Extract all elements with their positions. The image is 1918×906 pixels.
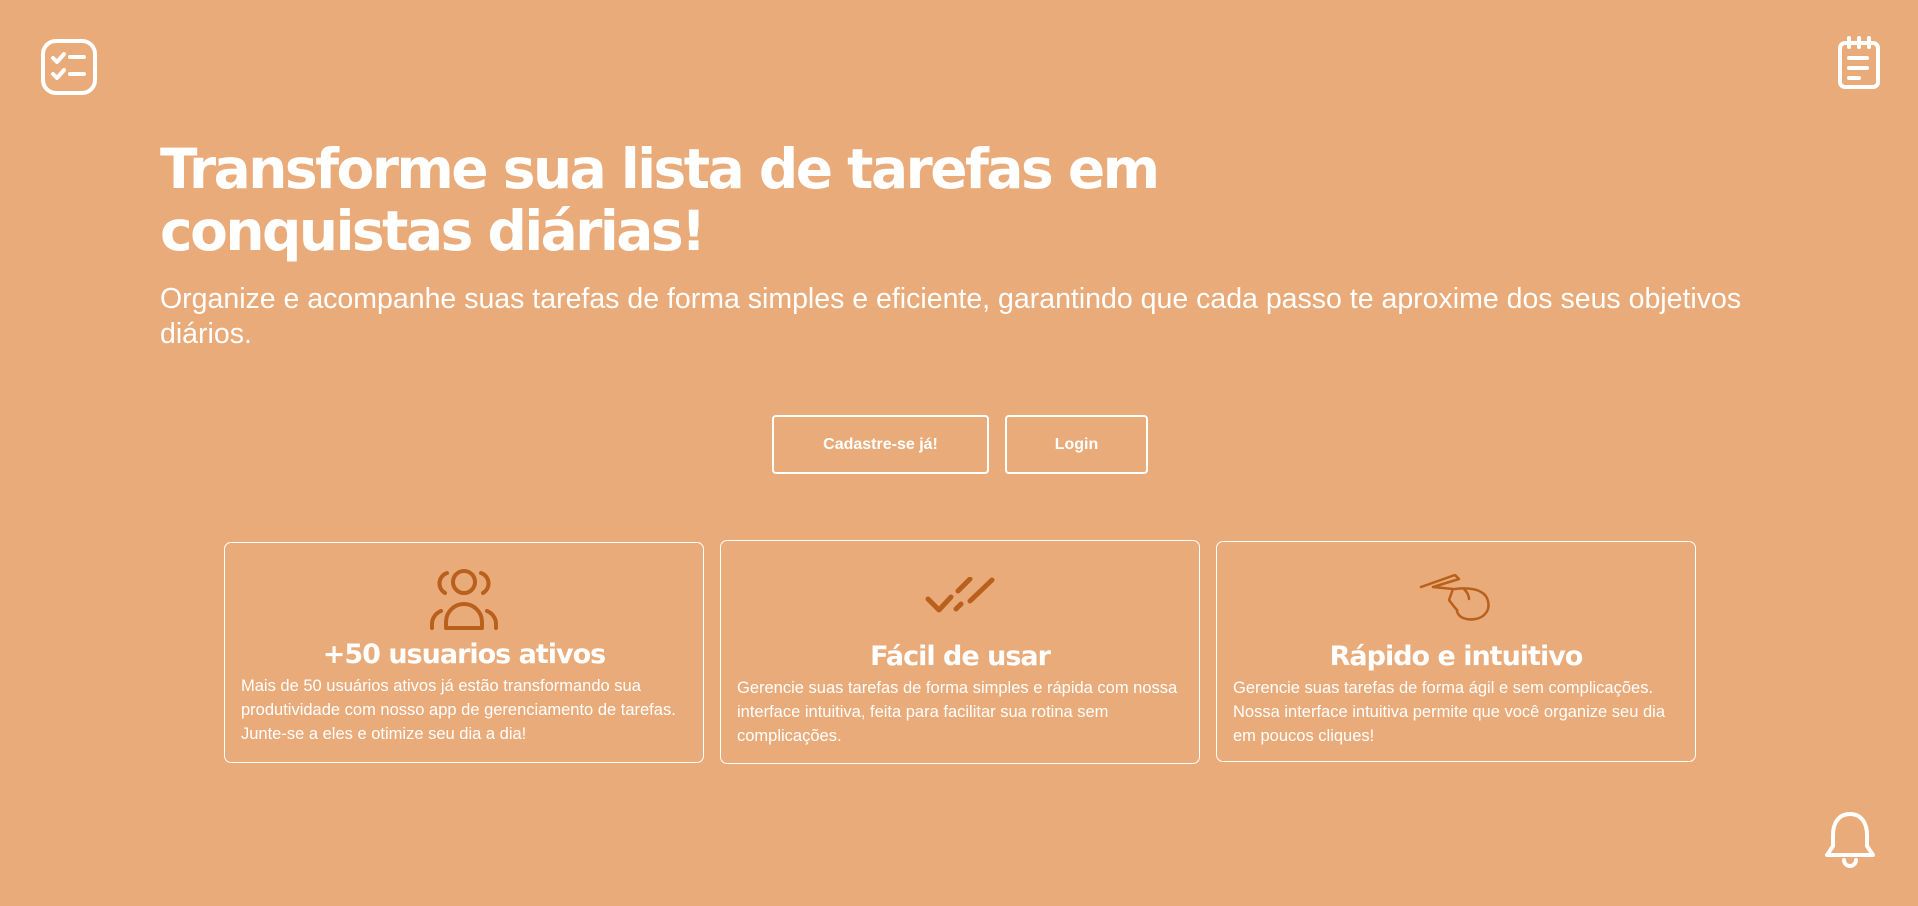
signup-button[interactable]: Cadastre-se já!	[772, 415, 989, 474]
feature-card-active-users: +50 usuarios ativos Mais de 50 usuários …	[224, 542, 704, 763]
users-icon	[428, 566, 500, 632]
hero-title: Transforme sua lista de tarefas em conqu…	[160, 137, 1160, 263]
feature-title: +50 usuarios ativos	[322, 639, 607, 670]
hero-subtitle: Organize e acompanhe suas tarefas de for…	[160, 283, 1742, 350]
feature-title: Fácil de usar	[870, 641, 1051, 672]
login-button[interactable]: Login	[1005, 415, 1148, 474]
feature-card-fast-intuitive: Rápido e intuitivo Gerencie suas tarefas…	[1216, 541, 1696, 762]
feature-title: Rápido e intuitivo	[1329, 641, 1584, 672]
bell-icon[interactable]	[1824, 810, 1876, 868]
double-check-icon	[925, 576, 995, 619]
checklist-icon[interactable]	[40, 38, 98, 96]
feature-card-easy-to-use: Fácil de usar Gerencie suas tarefas de f…	[720, 540, 1200, 764]
pointing-hand-icon	[1419, 573, 1493, 622]
feature-description: Mais de 50 usuários ativos já estão tran…	[241, 677, 676, 743]
feature-description: Gerencie suas tarefas de forma ágil e se…	[1233, 679, 1665, 745]
feature-description: Gerencie suas tarefas de forma simples e…	[737, 679, 1178, 745]
notepad-icon[interactable]	[1836, 36, 1882, 90]
